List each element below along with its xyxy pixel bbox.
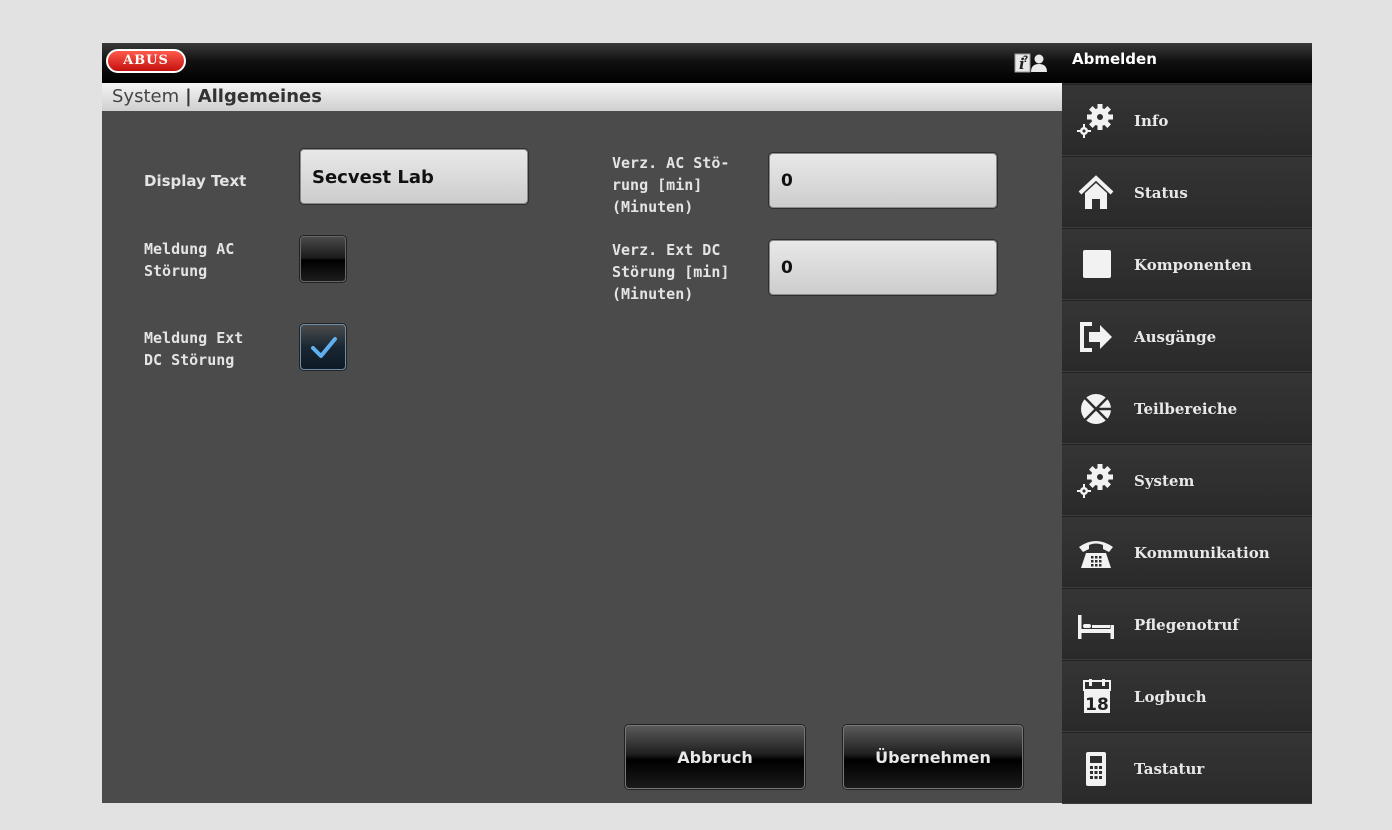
meldung-ac-label-line1: Meldung AC	[144, 240, 235, 258]
settings-form: Display Text Secvest Lab Meldung AC Stör…	[102, 111, 1062, 803]
verz-ac-label: Verz. AC Stö- rung [min] (Minuten)	[612, 152, 729, 218]
gear-icon	[1077, 104, 1113, 138]
verz-ext-dc-label-line3: (Minuten)	[612, 285, 694, 303]
sidebar-item-info[interactable]: Info	[1062, 84, 1312, 156]
square-icon	[1083, 250, 1111, 278]
meldung-ac-label-line2: Störung	[144, 262, 208, 280]
display-text-input[interactable]: Secvest Lab	[300, 149, 528, 204]
calendar-day-text: 18	[1085, 695, 1109, 715]
phone-icon	[1079, 541, 1113, 568]
meldung-ext-dc-checkbox[interactable]	[300, 324, 346, 370]
sidebar-item-label: Ausgänge	[1134, 328, 1217, 346]
gear-icon	[1077, 464, 1113, 498]
sidebar-item-ausgaenge[interactable]: Ausgänge	[1062, 300, 1312, 372]
breadcrumb: System | Allgemeines	[102, 83, 1062, 111]
keypad-icon	[1086, 752, 1106, 786]
verz-ext-dc-label: Verz. Ext DC Störung [min] (Minuten)	[612, 239, 729, 305]
meldung-ext-dc-label: Meldung Ext DC Störung	[144, 327, 243, 371]
meldung-ext-dc-label-line2: DC Störung	[144, 351, 235, 369]
verz-ac-label-line3: (Minuten)	[612, 198, 694, 216]
verz-ext-dc-label-line1: Verz. Ext DC	[612, 241, 721, 259]
meldung-ac-checkbox[interactable]	[300, 236, 346, 282]
top-bar: ABUS i ?	[102, 43, 1062, 84]
sidebar-item-label: Kommunikation	[1134, 544, 1270, 562]
verz-ext-dc-input[interactable]: 0	[769, 240, 997, 295]
apply-button[interactable]: Übernehmen	[843, 725, 1023, 789]
sidebar-item-status[interactable]: Status	[1062, 156, 1312, 228]
sidebar-item-label: Komponenten	[1134, 256, 1252, 274]
sidebar-item-kommunikation[interactable]: Kommunikation	[1062, 516, 1312, 588]
verz-ac-input[interactable]: 0	[769, 153, 997, 208]
home-icon	[1078, 175, 1114, 209]
sidebar-item-label: Logbuch	[1134, 688, 1207, 706]
help-user-icon[interactable]: i ?	[1014, 51, 1048, 75]
sidebar-item-komponenten[interactable]: Komponenten	[1062, 228, 1312, 300]
abus-logo: ABUS	[106, 49, 186, 73]
breadcrumb-separator: |	[185, 86, 192, 107]
sidebar-item-label: System	[1134, 472, 1195, 490]
verz-ext-dc-label-line2: Störung [min]	[612, 263, 730, 281]
breadcrumb-current: Allgemeines	[197, 86, 322, 107]
sidebar-item-pflegenotruf[interactable]: Pflegenotruf	[1062, 588, 1312, 660]
sidebar-item-label: Pflegenotruf	[1134, 616, 1239, 634]
logout-button[interactable]: Abmelden	[1062, 43, 1312, 83]
sidebar-item-label: Status	[1134, 184, 1188, 202]
pie-icon	[1081, 394, 1111, 424]
checkmark-icon	[311, 337, 337, 358]
verz-ac-label-line2: rung [min]	[612, 176, 703, 194]
sidebar-item-teilbereiche[interactable]: Teilbereiche	[1062, 372, 1312, 444]
sidebar-item-label: Tastatur	[1134, 760, 1205, 778]
svg-text:?: ?	[1023, 55, 1028, 65]
sidebar: Abmelden Info Status Komponenten Ausgäng…	[1062, 43, 1312, 804]
exit-icon	[1080, 322, 1112, 352]
bed-icon	[1078, 615, 1114, 639]
meldung-ac-label: Meldung AC Störung	[144, 238, 234, 282]
cancel-button[interactable]: Abbruch	[625, 725, 805, 789]
meldung-ext-dc-label-line1: Meldung Ext	[144, 329, 244, 347]
calendar-icon: 18	[1083, 679, 1111, 715]
sidebar-item-label: Info	[1134, 112, 1169, 130]
breadcrumb-parent[interactable]: System	[112, 86, 179, 107]
sidebar-item-label: Teilbereiche	[1134, 400, 1238, 418]
sidebar-item-tastatur[interactable]: Tastatur	[1062, 732, 1312, 804]
sidebar-item-system[interactable]: System	[1062, 444, 1312, 516]
sidebar-item-logbuch[interactable]: 18 Logbuch	[1062, 660, 1312, 732]
display-text-label: Display Text	[144, 172, 247, 190]
verz-ac-label-line1: Verz. AC Stö-	[612, 154, 730, 172]
app-window: ABUS i ? System | Allgemeines Display Text…	[102, 43, 1312, 804]
